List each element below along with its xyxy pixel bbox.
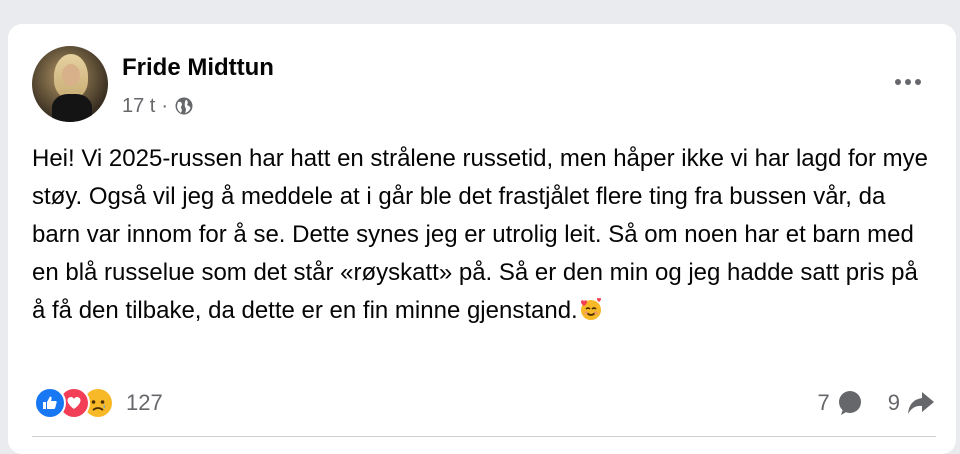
author-name[interactable]: Fride Midttun [122,54,274,82]
comment-count-value: 7 [817,390,830,415]
globe-icon[interactable] [174,96,194,116]
post-card: Fride Midttun 17 t · Hei! Vi 2025-russen… [8,24,956,454]
share-count-value: 9 [887,390,900,415]
like-icon [34,387,66,419]
post-body-text: Hei! Vi 2025-russen har hatt en strålene… [32,145,929,324]
meta-separator: · [161,94,169,117]
comment-icon [838,391,861,415]
reactions-summary[interactable]: 127 [34,386,163,420]
engagement-counts: 7 9 [818,386,937,420]
smiling-face-with-hearts-icon [580,297,601,320]
share-count[interactable]: 9 [888,389,936,417]
post-body: Hei! Vi 2025-russen har hatt en strålene… [32,140,932,330]
reaction-count[interactable]: 127 [126,390,163,416]
share-icon [908,392,934,414]
comment-count[interactable]: 7 [818,389,864,417]
post-time[interactable]: 17 t [122,95,155,118]
post-meta: 17 t · [122,94,194,118]
divider [32,436,936,437]
avatar[interactable] [32,46,108,122]
more-options-button[interactable] [888,70,928,94]
